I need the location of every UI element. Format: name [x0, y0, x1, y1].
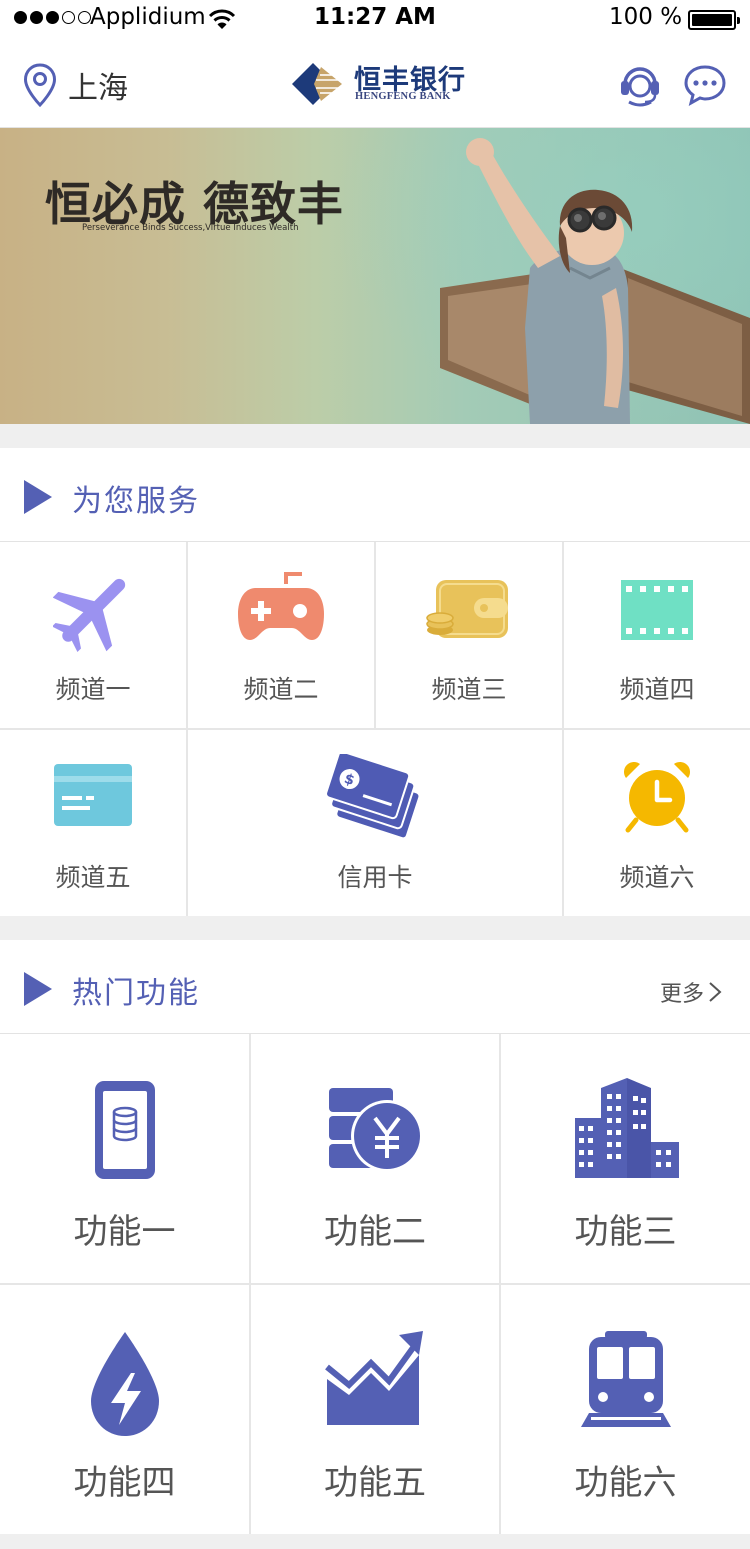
- service-label: 频道六: [619, 863, 695, 892]
- service-channel-4[interactable]: 频道四: [564, 542, 750, 728]
- chevron-right-icon: [709, 982, 722, 1002]
- hot-feature-6[interactable]: 功能六: [501, 1285, 750, 1534]
- hot-feature-1[interactable]: 功能一: [0, 1034, 249, 1283]
- film-icon: [621, 580, 693, 640]
- customer-service-icon: [621, 67, 659, 107]
- service-label: 信用卡: [337, 863, 413, 892]
- hero-banner[interactable]: 恒必成 德致丰 Perseverance Binds Success,Virtu…: [0, 128, 750, 424]
- buildings-icon: [574, 1078, 679, 1178]
- messages-button[interactable]: [683, 64, 727, 110]
- hot-feature-4[interactable]: 功能四: [0, 1285, 249, 1534]
- more-link[interactable]: 更多: [660, 976, 722, 1008]
- service-channel-6[interactable]: 频道六: [564, 730, 750, 916]
- services-grid: 频道一 频道二 频道三 频道四 频道五 $ 信用卡 频道六: [0, 542, 750, 916]
- services-section-header: 为您服务: [0, 448, 750, 542]
- service-label: 频道三: [431, 675, 507, 704]
- logo-english-name: HENGFENG BANK: [355, 91, 451, 102]
- nav-bar: 上海 恒丰银行 HENGFENG BANK: [0, 40, 750, 128]
- status-bar: Applidium 11:27 AM 100 %: [0, 0, 750, 40]
- signal-strength-icon: [14, 11, 91, 24]
- services-section-title: 为您服务: [72, 484, 200, 519]
- service-channel-5[interactable]: 频道五: [0, 730, 186, 916]
- card-icon: [54, 764, 132, 826]
- section-triangle-icon: [24, 480, 52, 514]
- airplane-icon: [53, 578, 126, 653]
- service-credit-card[interactable]: $ 信用卡: [188, 730, 562, 916]
- hot-feature-3[interactable]: 功能三: [501, 1034, 750, 1283]
- hot-feature-2[interactable]: 功能二: [251, 1034, 499, 1283]
- bottom-divider: [0, 1534, 750, 1549]
- location-label: 上海: [68, 71, 128, 106]
- banner-child-pilot-image: [440, 138, 750, 424]
- service-label: 频道一: [55, 675, 131, 704]
- hot-section-title: 热门功能: [72, 976, 200, 1011]
- phone-database-icon: [94, 1081, 155, 1179]
- service-label: 频道四: [619, 675, 695, 704]
- hot-feature-label: 功能六: [574, 1463, 677, 1503]
- hot-section-header: 热门功能 更多: [0, 940, 750, 1034]
- banner-subtitle: Perseverance Binds Success,Virtue Induce…: [82, 223, 299, 233]
- hot-feature-label: 功能一: [73, 1212, 176, 1252]
- energy-drop-icon: [90, 1332, 159, 1436]
- hot-feature-label: 功能三: [574, 1212, 677, 1252]
- carrier-name: Applidium: [90, 4, 206, 30]
- location-pin-icon: [23, 63, 57, 108]
- train-icon: [580, 1331, 671, 1427]
- service-channel-3[interactable]: 频道三: [376, 542, 562, 728]
- service-label: 频道二: [243, 675, 319, 704]
- location-selector[interactable]: 上海: [22, 62, 128, 108]
- credit-cards-icon: $: [325, 754, 421, 840]
- battery-icon: [688, 10, 740, 30]
- customer-service-button[interactable]: [617, 62, 663, 112]
- service-label: 频道五: [55, 863, 131, 892]
- hot-feature-5[interactable]: 功能五: [251, 1285, 499, 1534]
- battery-percentage: 100 %: [609, 4, 683, 30]
- logo-mark-icon: [292, 63, 342, 105]
- service-channel-1[interactable]: 频道一: [0, 542, 186, 728]
- service-channel-2[interactable]: 频道二: [188, 542, 374, 728]
- hot-feature-label: 功能二: [324, 1212, 426, 1252]
- wifi-icon: [208, 9, 236, 29]
- hot-feature-label: 功能五: [324, 1463, 426, 1503]
- section-triangle-icon: [24, 972, 52, 1006]
- hot-features-grid: 功能一 功能二 功能三 功能四 功能五 功能六: [0, 1034, 750, 1534]
- more-label: 更多: [660, 982, 705, 1007]
- yuan-coins-icon: [329, 1088, 423, 1172]
- wallet-icon: [426, 580, 508, 638]
- trend-chart-icon: [325, 1331, 423, 1425]
- section-divider: [0, 424, 750, 448]
- bank-logo: 恒丰银行 HENGFENG BANK: [292, 61, 467, 107]
- gamepad-icon: [238, 572, 324, 640]
- alarm-clock-icon: [624, 762, 690, 833]
- chat-bubble-icon: [684, 65, 726, 106]
- hot-feature-label: 功能四: [73, 1463, 176, 1503]
- section-divider: [0, 916, 750, 940]
